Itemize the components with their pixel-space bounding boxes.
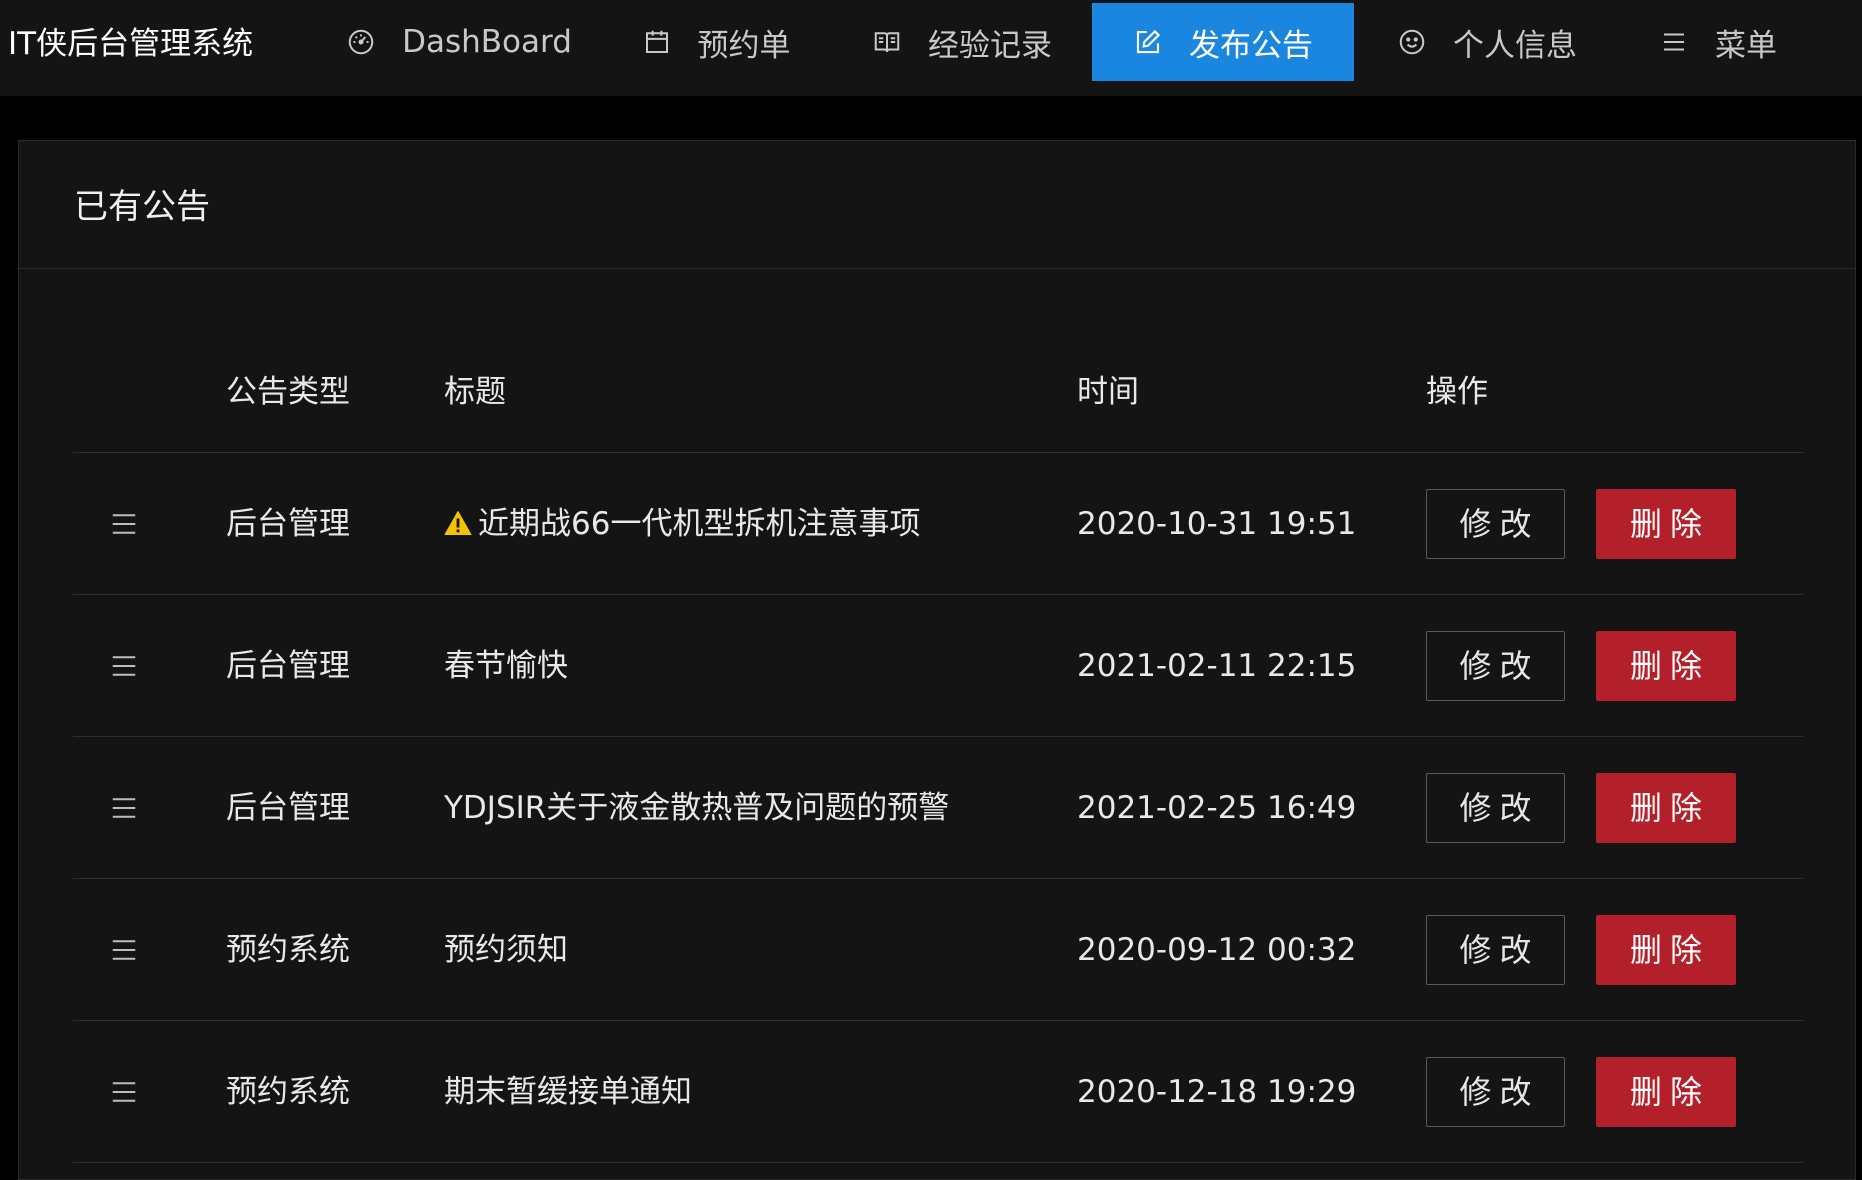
nav-label-appointments: 预约单	[697, 27, 791, 64]
edit-icon	[1136, 29, 1161, 54]
header-ops: 操作	[1426, 374, 1488, 410]
nav-label-personal-info: 个人信息	[1453, 27, 1577, 64]
nav-label-menu: 菜单	[1715, 27, 1777, 64]
nav-item-publish-announcement[interactable]: 发布公告	[1092, 3, 1354, 81]
header-time: 时间	[1077, 374, 1139, 410]
drag-handle-icon	[112, 1082, 136, 1102]
table-row: 后台管理 春节愉快 2021-02-11 22:15 修改 删除	[73, 595, 1803, 737]
row-time: 2020-09-12 00:32	[1077, 932, 1357, 968]
row-title: 预约须知	[444, 932, 568, 968]
book-icon	[874, 32, 900, 53]
smile-icon	[1399, 29, 1425, 55]
drag-handle-icon	[112, 514, 136, 534]
drag-handle[interactable]	[109, 737, 139, 879]
warning-icon	[444, 510, 472, 535]
row-title-cell: 近期战66一代机型拆机注意事项	[444, 453, 920, 595]
drag-handle[interactable]	[109, 879, 139, 1021]
row-title: 期末暂缓接单通知	[444, 1074, 692, 1110]
nav-label-experience-records: 经验记录	[928, 27, 1052, 64]
delete-button[interactable]: 删除	[1596, 915, 1736, 985]
menu-icon	[1664, 33, 1684, 51]
table-row: 后台管理 YDJSIR关于液金散热普及问题的预警 2021-02-25 16:4…	[73, 737, 1803, 879]
row-type: 预约系统	[226, 932, 350, 968]
nav-label-publish-announcement: 发布公告	[1189, 27, 1313, 64]
row-time: 2021-02-25 16:49	[1077, 790, 1357, 826]
drag-handle-icon	[112, 940, 136, 960]
row-title: 春节愉快	[444, 648, 568, 684]
drag-handle[interactable]	[109, 1021, 139, 1163]
delete-button[interactable]: 删除	[1596, 489, 1736, 559]
delete-button[interactable]: 删除	[1596, 631, 1736, 701]
row-type: 预约系统	[226, 1074, 350, 1110]
edit-button[interactable]: 修改	[1426, 631, 1565, 701]
nav-item-appointments[interactable]: 预约单	[640, 3, 792, 81]
table-row: 后台管理 近期战66一代机型拆机注意事项 2020-10-31 19:51 修改…	[73, 453, 1803, 595]
edit-button[interactable]: 修改	[1426, 1057, 1565, 1127]
calendar-icon	[645, 30, 668, 53]
row-type: 后台管理	[226, 506, 350, 542]
announcements-card: 已有公告 公告类型 标题 时间 操作 后台管理 近期战66一代机型拆机注意事项 …	[18, 140, 1856, 1180]
row-time: 2021-02-11 22:15	[1077, 648, 1357, 684]
delete-button[interactable]: 删除	[1596, 773, 1736, 843]
announcements-table: 公告类型 标题 时间 操作 后台管理 近期战66一代机型拆机注意事项 2020-…	[73, 327, 1803, 1163]
row-type: 后台管理	[226, 790, 350, 826]
nav-item-menu[interactable]: 菜单	[1660, 3, 1777, 81]
top-navigation: IT侠后台管理系统 DashBoard 预约单 经验记录 发布公告 个人信息 菜…	[0, 0, 1862, 96]
row-title: 近期战66一代机型拆机注意事项	[478, 506, 921, 542]
row-title: YDJSIR关于液金散热普及问题的预警	[444, 790, 950, 826]
drag-handle[interactable]	[109, 453, 139, 595]
delete-button[interactable]: 删除	[1596, 1057, 1736, 1127]
nav-item-dashboard[interactable]: DashBoard	[348, 3, 572, 81]
dashboard-gauge-icon	[348, 29, 374, 55]
table-row: 预约系统 预约须知 2020-09-12 00:32 修改 删除	[73, 879, 1803, 1021]
drag-handle-icon	[112, 798, 136, 818]
header-title: 标题	[444, 374, 506, 410]
drag-handle-icon	[112, 656, 136, 676]
row-type: 后台管理	[226, 648, 350, 684]
nav-item-experience-records[interactable]: 经验记录	[872, 3, 1052, 81]
table-header: 公告类型 标题 时间 操作	[73, 327, 1803, 453]
card-title: 已有公告	[19, 141, 1855, 269]
edit-button[interactable]: 修改	[1426, 773, 1565, 843]
nav-item-personal-info[interactable]: 个人信息	[1398, 3, 1577, 81]
header-type: 公告类型	[226, 374, 350, 410]
table-row: 预约系统 期末暂缓接单通知 2020-12-18 19:29 修改 删除	[73, 1021, 1803, 1163]
row-time: 2020-10-31 19:51	[1077, 506, 1357, 542]
app-title: IT侠后台管理系统	[8, 26, 254, 62]
row-time: 2020-12-18 19:29	[1077, 1074, 1357, 1110]
drag-handle[interactable]	[109, 595, 139, 737]
nav-label-dashboard: DashBoard	[402, 24, 572, 60]
edit-button[interactable]: 修改	[1426, 915, 1565, 985]
edit-button[interactable]: 修改	[1426, 489, 1565, 559]
